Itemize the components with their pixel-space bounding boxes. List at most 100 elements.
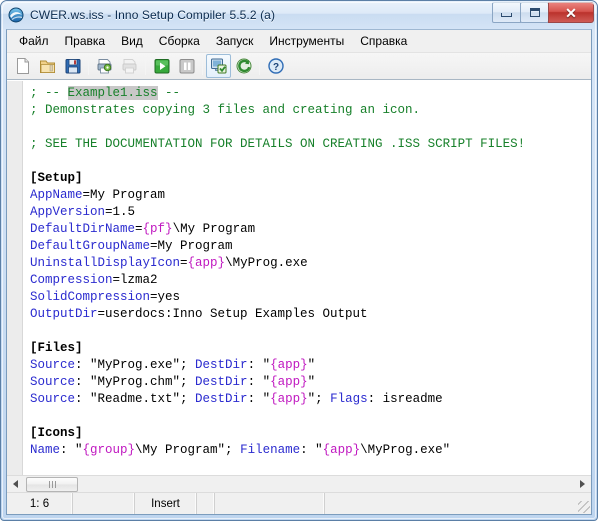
- new-file-icon: [16, 58, 29, 74]
- code-line[interactable]: DefaultDirName={pf}\My Program: [30, 221, 591, 238]
- code-line[interactable]: ; -- Example1.iss --: [30, 85, 591, 102]
- menu-view[interactable]: Вид: [113, 31, 151, 52]
- run-play-icon: [154, 59, 169, 74]
- help-button[interactable]: ?: [263, 54, 288, 78]
- compile-button[interactable]: [206, 54, 231, 78]
- menu-bar: Файл Правка Вид Сборка Запуск Инструмент…: [7, 30, 591, 52]
- resize-grip-icon[interactable]: [578, 501, 590, 513]
- code-token-plain: : ": [247, 392, 271, 406]
- code-line[interactable]: UninstallDisplayIcon={app}\MyProg.exe: [30, 255, 591, 272]
- code-token-key: Source: [30, 375, 76, 389]
- maximize-icon: [529, 8, 540, 17]
- code-line[interactable]: Source: "Readme.txt"; DestDir: "{app}"; …: [30, 391, 591, 408]
- code-token-key: DestDir: [195, 358, 248, 372]
- menu-tools[interactable]: Инструменты: [261, 31, 352, 52]
- code-token-key: OutputDir: [30, 307, 98, 321]
- code-token-section: [Icons]: [30, 426, 83, 440]
- code-line[interactable]: [30, 408, 591, 425]
- pause-button[interactable]: [174, 54, 199, 78]
- code-token-const: {app}: [270, 392, 308, 406]
- code-token-const: {group}: [82, 443, 136, 457]
- client-area: Файл Правка Вид Сборка Запуск Инструмент…: [6, 29, 592, 515]
- code-token-plain: =1.5: [105, 205, 136, 219]
- code-line[interactable]: Source: "MyProg.chm"; DestDir: "{app}": [30, 374, 591, 391]
- status-bar: 1: 6 Insert: [7, 492, 591, 514]
- scroll-left-arrow-icon[interactable]: [7, 475, 24, 493]
- save-floppy-icon: [65, 59, 80, 74]
- code-line[interactable]: AppName=My Program: [30, 187, 591, 204]
- code-line[interactable]: SolidCompression=yes: [30, 289, 591, 306]
- code-token-section: [Setup]: [30, 171, 83, 185]
- toolbar-separator-1: [88, 57, 89, 75]
- run-button[interactable]: [149, 54, 174, 78]
- code-token-const: {app}: [270, 358, 308, 372]
- refresh-icon: [236, 58, 251, 74]
- code-token-section: [Files]: [30, 341, 83, 355]
- code-token-plain: =yes: [150, 290, 181, 304]
- status-panel-6: [325, 493, 591, 514]
- horizontal-scroll-thumb[interactable]: [26, 476, 78, 492]
- code-token-key: SolidCompression: [30, 290, 151, 304]
- print-preview-button[interactable]: [117, 54, 142, 78]
- close-icon: ✕: [565, 4, 577, 21]
- maximize-button[interactable]: [520, 2, 549, 23]
- code-line[interactable]: ; SEE THE DOCUMENTATION FOR DETAILS ON C…: [30, 136, 591, 153]
- code-token-const: {pf}: [142, 222, 173, 236]
- code-token-comment: ; Demonstrates copying 3 files and creat…: [30, 103, 421, 117]
- minimize-icon: [501, 12, 512, 17]
- code-line[interactable]: [Setup]: [30, 170, 591, 187]
- title-bar[interactable]: CWER.ws.iss - Inno Setup Compiler 5.5.2 …: [1, 1, 597, 29]
- code-token-key: DestDir: [195, 375, 248, 389]
- code-line[interactable]: [30, 119, 591, 136]
- code-token-plain: \MyProg.exe: [225, 256, 308, 270]
- code-token-key: AppVersion: [30, 205, 106, 219]
- code-token-plain: =userdocs:Inno Setup Examples Output: [97, 307, 368, 321]
- scroll-right-arrow-icon[interactable]: [574, 475, 591, 493]
- code-line[interactable]: [Icons]: [30, 425, 591, 442]
- code-line[interactable]: DefaultGroupName=My Program: [30, 238, 591, 255]
- code-token-comment: ; --: [30, 86, 68, 100]
- code-token-key: Source: [30, 392, 76, 406]
- reload-button[interactable]: [231, 54, 256, 78]
- menu-build[interactable]: Сборка: [151, 31, 208, 52]
- menu-file[interactable]: Файл: [11, 31, 57, 52]
- window-title: CWER.ws.iss - Inno Setup Compiler 5.5.2 …: [30, 8, 276, 22]
- code-token-plain: : "MyProg.chm";: [75, 375, 196, 389]
- status-modified: [73, 493, 135, 514]
- close-button[interactable]: ✕: [548, 2, 594, 23]
- code-token-key: DefaultGroupName: [30, 239, 151, 253]
- code-line[interactable]: AppVersion=1.5: [30, 204, 591, 221]
- code-token-key: Filename: [240, 443, 301, 457]
- code-line[interactable]: Name: "{group}\My Program"; Filename: "{…: [30, 442, 591, 459]
- code-line[interactable]: [30, 323, 591, 340]
- editor-area[interactable]: ; -- Example1.iss --; Demonstrates copyi…: [7, 80, 591, 475]
- horizontal-scrollbar[interactable]: [7, 475, 591, 493]
- horizontal-scroll-track[interactable]: [24, 475, 574, 493]
- caption-buttons: ✕: [492, 2, 594, 23]
- open-folder-icon: [39, 60, 55, 73]
- code-token-const: {app}: [187, 256, 226, 270]
- code-line[interactable]: Compression=lzma2: [30, 272, 591, 289]
- menu-run[interactable]: Запуск: [208, 31, 262, 52]
- menu-edit[interactable]: Правка: [57, 31, 114, 52]
- code-token-plain: \MyProg.exe": [360, 443, 451, 457]
- code-token-const: {app}: [322, 443, 361, 457]
- status-panel-4: [197, 493, 215, 514]
- minimize-button[interactable]: [492, 2, 521, 23]
- new-file-button[interactable]: [10, 54, 35, 78]
- code-text[interactable]: ; -- Example1.iss --; Demonstrates copyi…: [23, 81, 591, 475]
- open-file-button[interactable]: [35, 54, 60, 78]
- code-line[interactable]: OutputDir=userdocs:Inno Setup Examples O…: [30, 306, 591, 323]
- code-token-plain: : "MyProg.exe";: [75, 358, 196, 372]
- code-line[interactable]: Source: "MyProg.exe"; DestDir: "{app}": [30, 357, 591, 374]
- save-file-button[interactable]: [60, 54, 85, 78]
- menu-help[interactable]: Справка: [352, 31, 415, 52]
- code-token-const: {app}: [270, 375, 308, 389]
- pause-icon: [179, 59, 194, 74]
- code-line[interactable]: ; Demonstrates copying 3 files and creat…: [30, 102, 591, 119]
- code-token-plain: =: [180, 256, 188, 270]
- code-line[interactable]: [Files]: [30, 340, 591, 357]
- print-button[interactable]: [92, 54, 117, 78]
- code-line[interactable]: [30, 153, 591, 170]
- code-token-comment: ; SEE THE DOCUMENTATION FOR DETAILS ON C…: [30, 137, 526, 151]
